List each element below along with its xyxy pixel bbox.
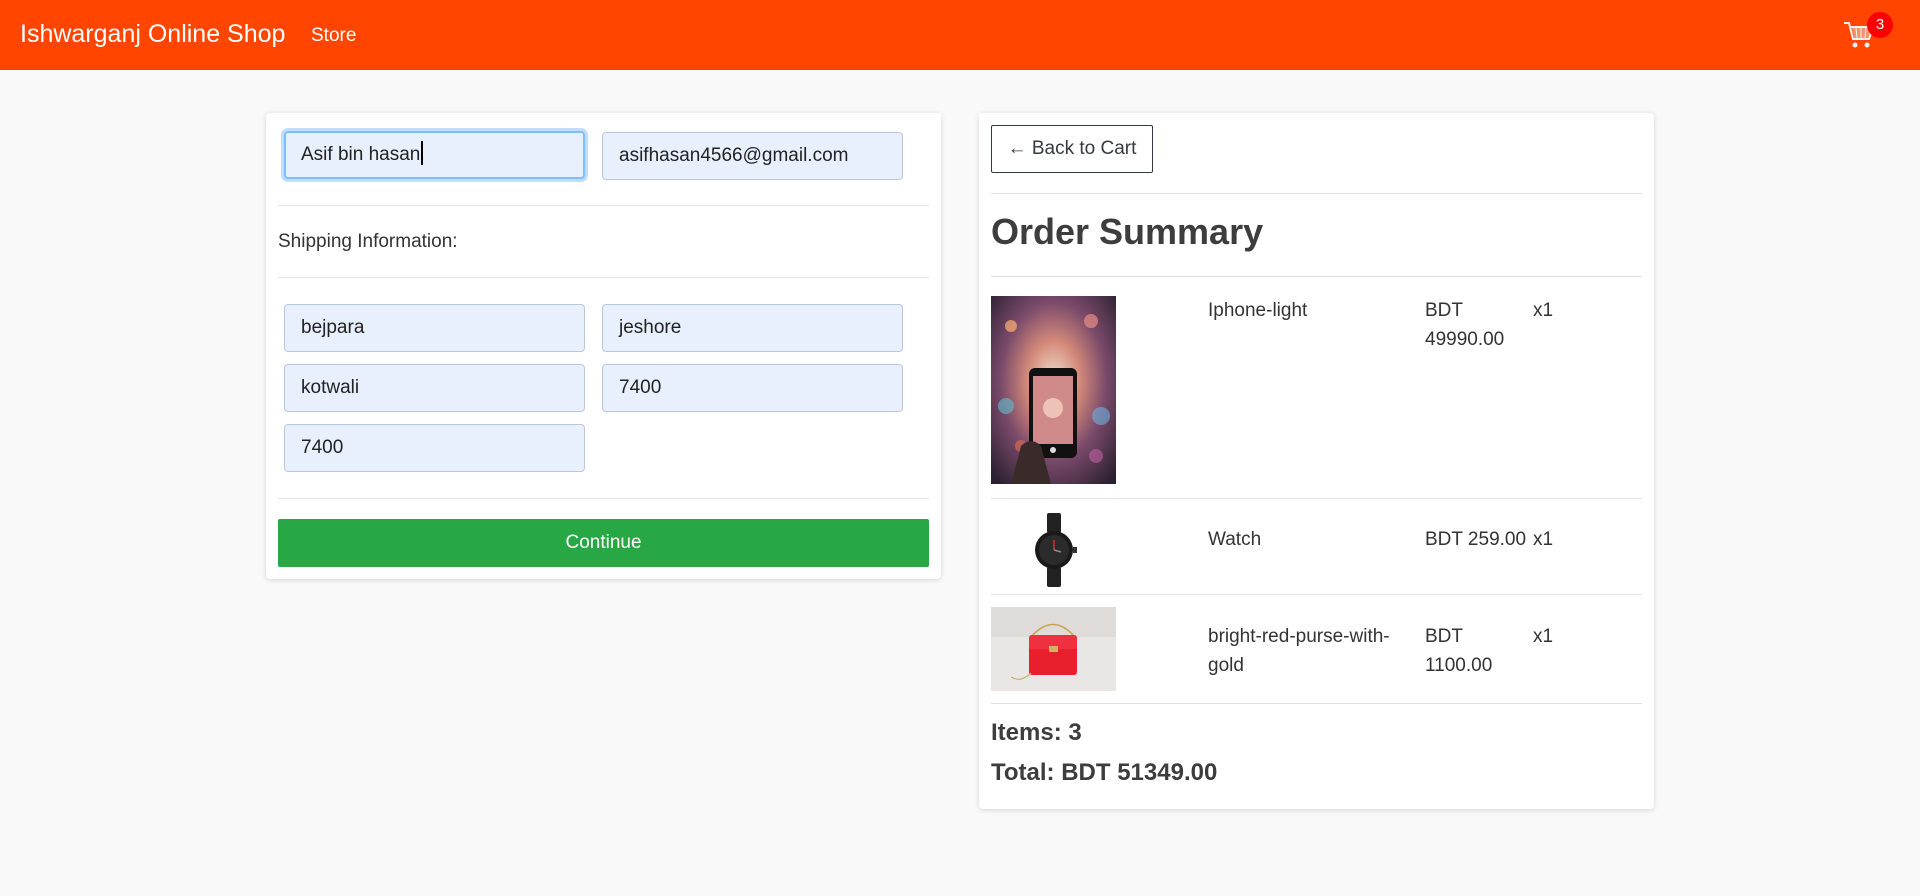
top-navbar: Ishwarganj Online Shop Store 3 [0, 0, 1920, 70]
divider [278, 498, 929, 499]
back-to-cart-button[interactable]: ← Back to Cart [991, 125, 1153, 173]
divider [278, 205, 929, 206]
divider [278, 277, 929, 278]
item-price: BDT 1100.00 [1425, 626, 1493, 676]
cart-button[interactable]: 3 [1843, 12, 1903, 56]
zipcode-input[interactable]: 7400 [602, 364, 903, 412]
divider [991, 193, 1642, 194]
item-price: BDT 259.00 [1425, 529, 1527, 550]
item-quantity: x1 [1533, 626, 1554, 647]
item-name: Iphone-light [1208, 300, 1308, 321]
order-item-row: bright-red-purse-with-gold BDT 1100.00 x… [991, 607, 1642, 691]
cart-count-badge: 3 [1867, 12, 1893, 38]
address-input[interactable]: bejpara [284, 304, 585, 352]
watch-photo-icon [991, 510, 1116, 590]
divider [991, 498, 1642, 499]
order-item-row: Watch BDT 259.00 x1 [991, 510, 1642, 590]
order-summary-card: ← Back to Cart Order Summary Iphone-ligh… [979, 113, 1654, 809]
state-input[interactable]: kotwali [284, 364, 585, 412]
shipping-info-label: Shipping Information: [278, 231, 458, 252]
checkout-form-card: Asif bin hasan asifhasan4566@gmail.com S… [266, 113, 941, 579]
order-item-row: Iphone-light BDT 49990.00 x1 [991, 296, 1642, 486]
divider [991, 276, 1642, 277]
order-summary-title: Order Summary [991, 211, 1264, 252]
divider [991, 594, 1642, 595]
item-quantity: x1 [1533, 300, 1554, 321]
country-input[interactable]: 7400 [284, 424, 585, 472]
items-count: Items: 3 [991, 719, 1082, 746]
city-input[interactable]: jeshore [602, 304, 903, 352]
divider [991, 703, 1642, 704]
nav-store-link[interactable]: Store [311, 24, 356, 48]
brand-link[interactable]: Ishwarganj Online Shop [20, 18, 285, 50]
purse-photo-icon [991, 607, 1116, 691]
email-input[interactable]: asifhasan4566@gmail.com [602, 132, 903, 180]
phone-photo-icon [991, 296, 1116, 484]
item-price: BDT 49990.00 [1425, 300, 1505, 350]
order-total: Total: BDT 51349.00 [991, 759, 1218, 786]
text-caret [421, 141, 424, 166]
name-input[interactable]: Asif bin hasan [284, 131, 585, 179]
continue-button[interactable]: Continue [278, 519, 929, 567]
item-quantity: x1 [1533, 529, 1554, 550]
name-input-value: Asif bin hasan [301, 144, 421, 165]
item-name: Watch [1208, 529, 1262, 550]
item-name: bright-red-purse-with-gold [1208, 626, 1390, 676]
